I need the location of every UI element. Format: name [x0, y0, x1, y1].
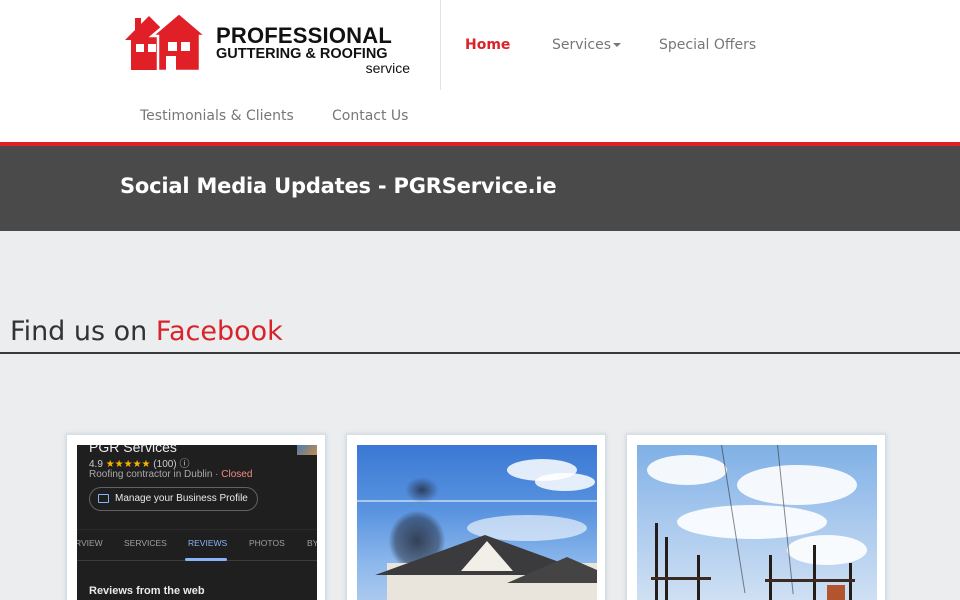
cloud [535, 473, 595, 491]
business-name: PGR Services [89, 445, 177, 455]
section-heading-accent: Facebook [155, 316, 283, 347]
section-divider [0, 352, 960, 354]
house-logo-icon [125, 12, 210, 73]
tree-silhouette-top [405, 477, 439, 503]
logo-line-1: PROFESSIONAL [216, 23, 392, 48]
scaffold-bar [651, 577, 711, 580]
nav-services[interactable]: Services [552, 37, 622, 53]
social-post-card-3[interactable] [626, 434, 886, 600]
scaffold-pole [769, 555, 772, 600]
cloud [737, 465, 857, 505]
logo-wordmark: PROFESSIONAL GUTTERING & ROOFING service [216, 23, 410, 76]
logo-line-2: GUTTERING & ROOFING [216, 46, 388, 62]
caret-down-icon [613, 43, 622, 47]
post-image-business-profile: PGR Services 4.9 ★★★★★ (100) ⓘ Roofing c… [77, 445, 317, 600]
nav-home[interactable]: Home [465, 37, 510, 53]
profile-tab-reviews: REVIEWS [188, 538, 228, 548]
category-text: Roofing contractor in Dublin · [89, 469, 222, 480]
selected-tab-indicator [185, 558, 227, 561]
cloud [647, 455, 727, 485]
reviews-heading: Reviews from the web [89, 585, 205, 597]
cloud [677, 505, 827, 539]
scaffold-bar [765, 579, 855, 582]
social-post-card-1[interactable]: PGR Services 4.9 ★★★★★ (100) ⓘ Roofing c… [66, 434, 326, 600]
post-image-scaffolding [637, 445, 877, 600]
profile-thumbnail [297, 445, 317, 455]
section-heading: Find us on Facebook [10, 316, 283, 347]
nav-testimonials[interactable]: Testimonials & Clients [140, 108, 294, 124]
profile-tab-photos: PHOTOS [249, 538, 285, 548]
business-category: Roofing contractor in Dublin · Closed [89, 469, 252, 480]
scaffold-pole [813, 545, 816, 600]
social-post-card-2[interactable] [346, 434, 606, 600]
scaffold-pole [655, 523, 658, 600]
scaffold-pole [665, 537, 668, 600]
profile-tab-services: SERVICES [124, 538, 167, 548]
logo-line-3: service [365, 60, 410, 76]
nav-divider [440, 0, 441, 90]
house-roof-side [507, 557, 597, 583]
profile-tabs: RVIEW SERVICES REVIEWS PHOTOS BY [77, 529, 317, 561]
site-logo[interactable]: PROFESSIONAL GUTTERING & ROOFING service [122, 12, 412, 76]
manage-profile-button: Manage your Business Profile [89, 487, 258, 511]
nav-services-label: Services [552, 37, 612, 53]
section-heading-prefix: Find us on [10, 316, 156, 347]
nav-contact[interactable]: Contact Us [332, 108, 408, 124]
profile-tab-overview: RVIEW [77, 538, 103, 548]
chimney [827, 585, 845, 600]
photo-seam [357, 500, 597, 502]
post-image-house-roof [357, 445, 597, 600]
business-rating: 4.9 ★★★★★ (100) ⓘ [89, 455, 189, 470]
page-title: Social Media Updates - PGRService.ie [120, 174, 557, 198]
manage-profile-label: Manage your Business Profile [115, 493, 248, 504]
business-status: Closed [221, 469, 253, 480]
store-icon [98, 493, 109, 503]
site-header: PROFESSIONAL GUTTERING & ROOFING service… [0, 0, 960, 142]
page-banner: Social Media Updates - PGRService.ie [0, 146, 960, 231]
nav-special-offers[interactable]: Special Offers [659, 37, 756, 53]
cloud [787, 535, 867, 565]
profile-tab-more: BY [307, 538, 317, 548]
